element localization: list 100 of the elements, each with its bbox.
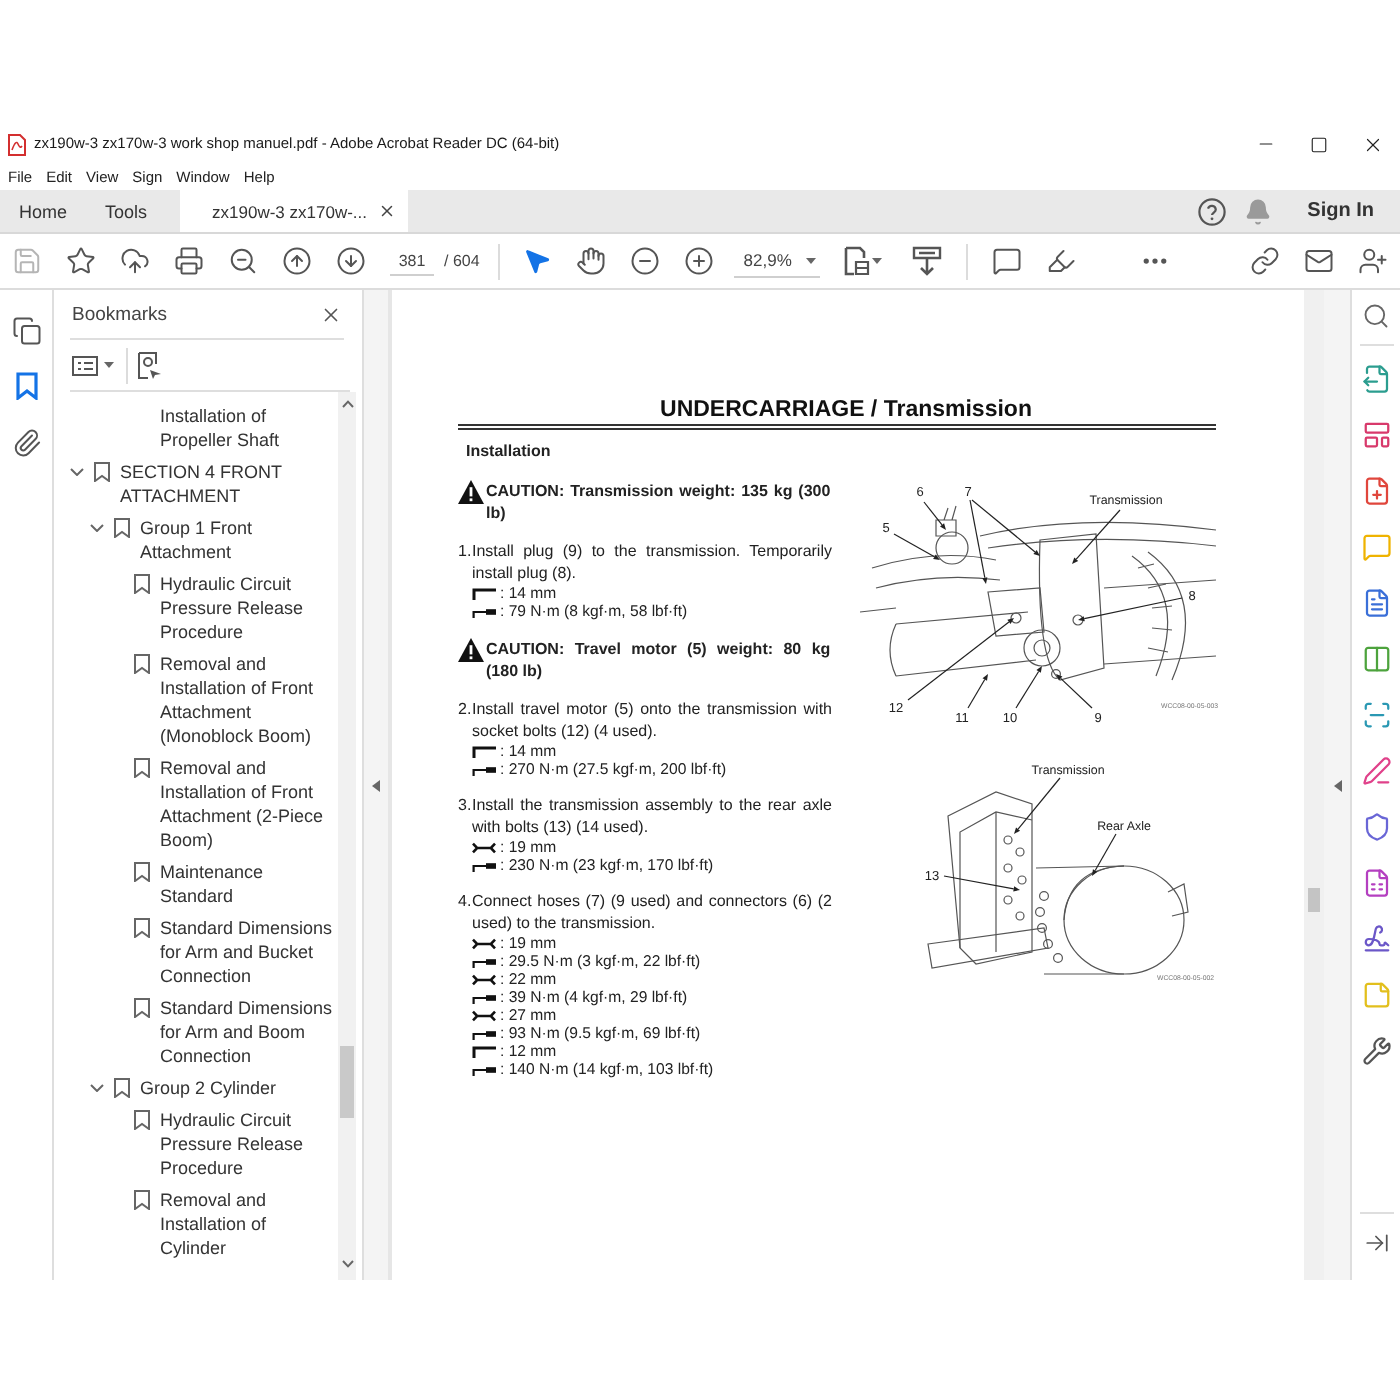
tab[interactable]: Home xyxy=(0,190,87,232)
step-text: Install the transmission assembly to the rear axle with bolts (13) (14 used). xyxy=(472,794,832,838)
torque-wrench-icon xyxy=(472,605,496,617)
caution-text: CAUTION: Transmission weight: 135 kg (300 lb) xyxy=(486,480,831,524)
bookmark-label[interactable]: SECTION 4 FRONT ATTACHMENT xyxy=(120,460,335,508)
spreadsheet-file-icon xyxy=(1361,867,1391,897)
chevron-down-icon[interactable] xyxy=(341,1260,353,1268)
zoom-out-icon xyxy=(228,246,258,276)
step-text: Install plug (9) to the transmission. Temporarily install plug (8). xyxy=(472,540,832,584)
highlighter-icon xyxy=(1045,246,1076,276)
step-text: Install travel motor (5) onto the transmission with socket bolts (12) (4 used). xyxy=(472,698,832,742)
chevron-down-icon[interactable] xyxy=(90,1084,104,1092)
triangle-left-icon[interactable] xyxy=(372,779,380,791)
bookmark-label[interactable]: Removal and Installation of Cylinder xyxy=(160,1188,335,1260)
leader-arrow xyxy=(943,875,1020,892)
torque-wrench-icon xyxy=(472,955,496,967)
scrollbar-thumb[interactable] xyxy=(1308,888,1320,912)
bookmark-label[interactable]: Group 2 Cylinder xyxy=(140,1076,277,1100)
bookmark-search-icon xyxy=(138,351,162,379)
step-number: 3. xyxy=(458,794,472,816)
plus-circle-icon xyxy=(683,246,714,276)
search-icon xyxy=(1362,302,1390,330)
step-text: Connect hoses (7) (9 used) and connectors (6) (2 used) to the transmission. xyxy=(472,890,832,934)
bookmark-icon xyxy=(93,462,109,482)
step-number: 4. xyxy=(458,890,472,912)
user-plus-icon xyxy=(1357,246,1388,276)
pointer-icon xyxy=(521,246,552,276)
torque-wrench-icon xyxy=(472,991,496,1003)
bookmark-label[interactable]: Standard Dimensions for Arm and Boom Connection xyxy=(160,996,335,1068)
caret-down-icon xyxy=(871,258,882,264)
minus-circle-icon xyxy=(629,246,660,276)
chevron-down-icon[interactable] xyxy=(90,524,104,532)
cloud-upload-icon xyxy=(120,246,150,276)
find-bookmark-button[interactable] xyxy=(136,347,164,383)
bookmark-label[interactable]: Installation of Propeller Shaft xyxy=(160,404,335,452)
leader-arrow xyxy=(923,501,946,530)
bookmark-label[interactable]: Hydraulic Circuit Pressure Release Procedure xyxy=(160,572,335,644)
pages-icon xyxy=(11,315,41,345)
arrow-to-line-icon xyxy=(1363,1229,1389,1255)
tab[interactable]: zx190w-3 zx170w-... xyxy=(180,190,408,232)
scan-icon xyxy=(1361,699,1391,729)
scrollbar-thumb[interactable] xyxy=(340,1046,354,1118)
wrench-icon xyxy=(472,1009,496,1021)
bookmark-icon xyxy=(133,918,149,938)
step-number: 1. xyxy=(458,540,472,562)
bookmark-label[interactable]: Standard Dimensions for Arm and Bucket Connection xyxy=(160,916,335,988)
zoom-field[interactable]: 82,9% xyxy=(733,245,820,277)
sign-in-button[interactable]: Sign In xyxy=(1307,200,1374,222)
caret-down-icon xyxy=(104,362,114,368)
page-number-field[interactable]: 381 xyxy=(390,246,434,276)
paperclip-icon xyxy=(11,427,41,457)
signature-icon xyxy=(1361,923,1391,953)
bookmark-icon xyxy=(113,518,129,538)
close-icon xyxy=(1362,133,1384,155)
layout-icon xyxy=(1361,419,1391,449)
hex-key-icon xyxy=(472,587,496,599)
bookmark-label[interactable]: Removal and Installation of Front Attachment (2-Piece Boom) xyxy=(160,756,335,852)
wrench-icon xyxy=(472,841,496,853)
mail-icon xyxy=(1303,246,1334,276)
comment-icon xyxy=(1361,531,1391,561)
page-count: / 604 xyxy=(444,252,480,270)
hex-key-icon xyxy=(472,1045,496,1057)
star-icon xyxy=(66,246,96,276)
chevron-down-icon[interactable] xyxy=(70,468,84,476)
bookmark-icon xyxy=(133,654,149,674)
triangle-left-icon[interactable] xyxy=(1333,779,1341,791)
list-options-icon xyxy=(72,355,98,375)
warning-icon xyxy=(458,638,484,662)
arrow-up-icon xyxy=(282,246,312,276)
close-icon[interactable] xyxy=(377,202,396,220)
bookmark-label[interactable]: Hydraulic Circuit Pressure Release Procedure xyxy=(160,1108,335,1180)
bell-icon xyxy=(1244,197,1273,225)
chevron-up-icon[interactable] xyxy=(341,400,353,408)
hand-icon xyxy=(575,246,606,276)
arrow-down-icon xyxy=(336,246,366,276)
printer-icon xyxy=(174,246,204,276)
pen-icon xyxy=(1361,755,1391,785)
page-fit-icon xyxy=(843,246,870,276)
step-number: 2. xyxy=(458,698,472,720)
bookmark-label[interactable]: Removal and Installation of Front Attachment (Monoblock Boom) xyxy=(160,652,335,748)
panel-title: Bookmarks xyxy=(72,303,168,325)
warning-icon xyxy=(458,480,484,504)
tab[interactable]: Tools xyxy=(86,190,167,232)
torque-wrench-icon xyxy=(472,763,496,775)
bookmark-icon xyxy=(133,758,149,778)
link-icon xyxy=(1249,246,1280,276)
bookmark-label[interactable]: Maintenance Standard xyxy=(160,860,335,908)
file-text-icon xyxy=(1361,587,1391,617)
save-icon xyxy=(12,246,42,276)
wrench-icon xyxy=(472,937,496,949)
section-heading: Installation xyxy=(466,440,551,462)
note-icon xyxy=(1361,979,1391,1009)
close-icon xyxy=(320,303,342,325)
bookmark-icon xyxy=(133,998,149,1018)
wrench-icon xyxy=(472,973,496,985)
caret-down-icon xyxy=(805,257,816,263)
torque-wrench-icon xyxy=(472,859,496,871)
bookmark-label[interactable]: Group 1 Front Attachment xyxy=(140,516,335,564)
leader-arrow xyxy=(1092,833,1117,876)
scroll-mode-icon xyxy=(911,246,942,276)
